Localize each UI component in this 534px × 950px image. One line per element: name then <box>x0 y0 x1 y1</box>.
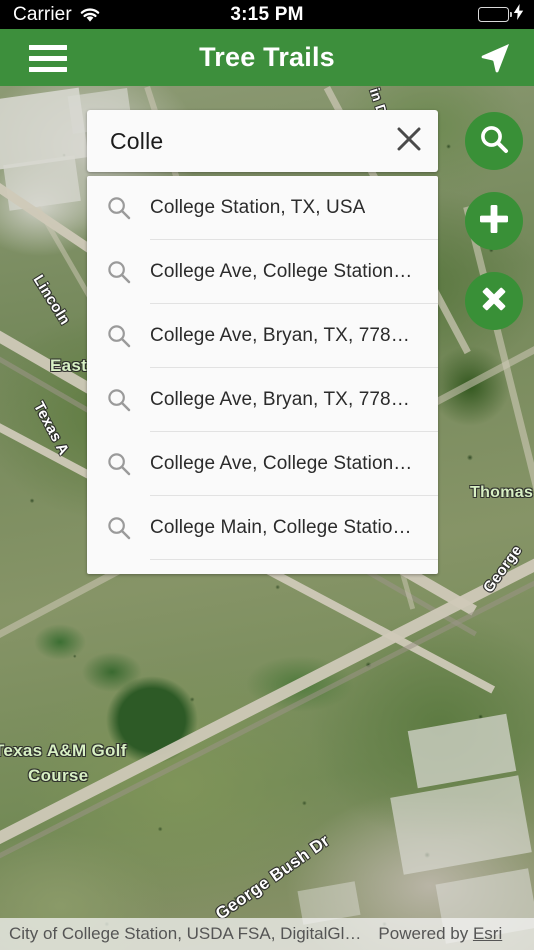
suggestion-row[interactable]: College Ave, Bryan, TX, 778… <box>87 304 438 368</box>
close-x-icon <box>395 125 423 158</box>
navigation-arrow-icon[interactable] <box>469 38 521 78</box>
suggestion-row[interactable]: College Ave, College Station… <box>87 240 438 304</box>
plus-icon <box>477 202 511 241</box>
magnifier-icon <box>87 323 150 349</box>
close-x-icon <box>478 283 510 320</box>
search-fab[interactable] <box>465 112 523 170</box>
attribution-source: City of College Station, USDA FSA, Digit… <box>9 924 362 943</box>
row-separator <box>150 559 438 560</box>
search-input[interactable]: Colle <box>87 128 380 155</box>
suggestion-label: College Ave, Bryan, TX, 778… <box>150 325 410 346</box>
magnifier-icon <box>87 259 150 285</box>
add-fab[interactable] <box>465 192 523 250</box>
magnifier-icon <box>87 451 150 477</box>
map-attribution-bar: City of College Station, USDA FSA, Digit… <box>0 918 534 950</box>
page-title: Tree Trails <box>199 42 335 72</box>
esri-link[interactable]: Esri <box>473 924 502 943</box>
attribution-powered-label: Powered by <box>378 924 469 943</box>
suggestion-label: College Ave, Bryan, TX, 778… <box>150 389 410 410</box>
attribution-powered-by: Powered by Esri <box>361 924 502 944</box>
suggestion-row[interactable]: College Station, TX, USA <box>87 176 438 240</box>
suggestion-label: College Station, TX, USA <box>150 197 366 218</box>
search-suggestions-list[interactable]: College Station, TX, USA College Ave, Col… <box>87 176 438 574</box>
battery-icon <box>478 7 512 22</box>
navigation-bar: Tree Trails <box>0 29 534 86</box>
magnifier-icon <box>87 387 150 413</box>
magnifier-icon <box>87 195 150 221</box>
status-bar: Carrier 3:15 PM <box>0 0 534 29</box>
suggestion-label: College Main, College Statio… <box>150 517 412 538</box>
suggestion-row[interactable]: College Ave, College Station… <box>87 432 438 496</box>
suggestion-label: College Ave, College Station… <box>150 453 413 474</box>
status-bar-clock: 3:15 PM <box>230 3 304 25</box>
app-screen: Carrier 3:15 PM Tree Trails Lincoln East… <box>0 0 534 950</box>
search-bar[interactable]: Colle <box>87 110 438 172</box>
magnifier-icon <box>87 515 150 541</box>
suggestion-row[interactable]: College Ave, Bryan, TX, 778… <box>87 368 438 432</box>
clear-fab[interactable] <box>465 272 523 330</box>
suggestion-row[interactable]: College Main, College Statio… <box>87 496 438 560</box>
search-clear-button[interactable] <box>380 110 438 172</box>
magnifier-icon <box>478 123 510 160</box>
suggestion-label: College Ave, College Station… <box>150 261 413 282</box>
status-bar-right <box>478 0 524 29</box>
lightning-bolt-icon <box>513 4 524 25</box>
